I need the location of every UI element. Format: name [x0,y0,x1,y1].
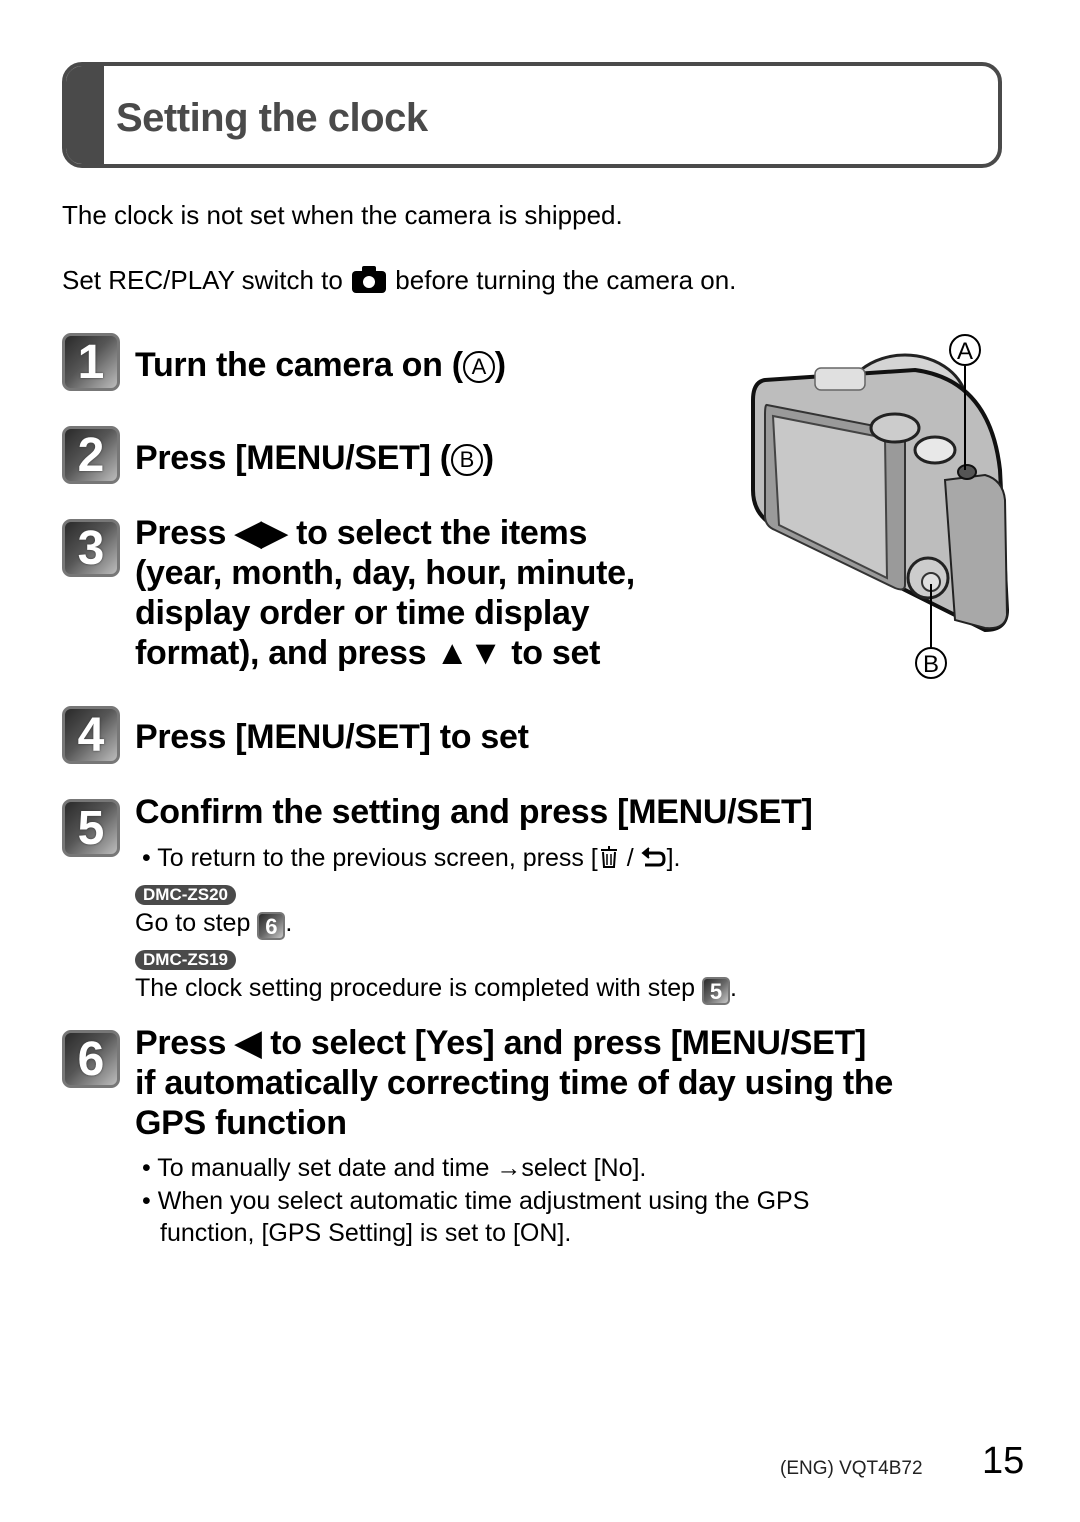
model-zs19-text: The clock setting procedure is completed… [135,974,695,1002]
model-zs20-period: . [285,909,293,937]
step-badge-6: 6 [62,1030,120,1088]
step-5-title: Confirm the setting and press [MENU/SET] [135,793,813,831]
section-title-box: Setting the clock [62,62,1002,168]
step-6-bullet-1: • To manually set date and time →select … [142,1154,647,1182]
model-zs20-note: Go to step 6. [135,907,292,940]
mode-dial [869,412,921,444]
model-badge-zs20: DMC-ZS20 [135,885,237,905]
step-4-title: Press [MENU/SET] to set [135,718,529,756]
step-6-line: GPS function [135,1104,347,1142]
shutter-button [913,435,957,465]
step-6-title: Press ◀ to select [Yes] and press [MENU/… [135,1023,893,1143]
power-button [957,464,977,480]
step-6-bullet-2: • When you select automatic time adjustm… [142,1187,810,1215]
camera-illustration: A B [751,334,1010,679]
step-3-title: Press ◀▶ to select the items (year, mont… [135,513,635,673]
model-zs19-period: . [729,974,737,1002]
camera-flash [814,367,866,391]
intro-line-1: The clock is not set when the camera is … [62,200,623,230]
page-number: 15 [982,1440,1025,1482]
step-6-bullet-2-cont: function, [GPS Setting] is set to [ON]. [160,1219,572,1247]
title-accent-bar [66,66,104,164]
model-zs19-note: The clock setting procedure is completed… [135,972,737,1005]
camera-side [943,473,1009,630]
step-2-text: Press [MENU/SET] ( [135,439,451,477]
step-5-note-end: ]. [666,844,681,872]
marker-a-icon: A [462,351,495,383]
step-ref-badge-6: 6 [257,912,286,940]
model-badge-zs19: DMC-ZS19 [135,950,237,970]
step-3-line: format), and press ▲▼ to set [135,634,601,672]
step-3-line: Press ◀▶ to select the items [135,514,588,552]
step-badge-5: 5 [62,799,120,857]
intro-line-2-before: Set REC/PLAY switch to [62,265,343,295]
callout-a-label: A [957,338,973,365]
trash-icon [598,845,620,868]
step-1-title: Turn the camera on (A) [135,345,506,385]
model-zs20-text: Go to step [135,909,251,937]
intro-line-2: Set REC/PLAY switch to before turning th… [62,265,736,296]
step-3-line: display order or time display [135,594,590,632]
step-badge-1: 1 [62,333,120,391]
step-2-title: Press [MENU/SET] (B) [135,438,494,478]
marker-b-icon: B [450,444,483,476]
intro-line-2-after: before turning the camera on. [395,265,737,295]
return-icon [641,845,667,867]
camera-icon [352,265,387,293]
page-title: Setting the clock [116,96,428,140]
step-badge-2: 2 [62,426,120,484]
step-5-note: • To return to the previous screen, pres… [142,844,681,872]
step-1-text: Turn the camera on ( [135,346,463,384]
document-code: (ENG) VQT4B72 [780,1458,923,1479]
step-2-close: ) [482,439,494,477]
callout-b-label: B [923,651,939,678]
step-5-note-text: • To return to the previous screen, pres… [142,844,598,872]
step-1-close: ) [494,346,506,384]
step-6-line: Press ◀ to select [Yes] and press [MENU/… [135,1024,866,1062]
step-6-line: if automatically correcting time of day … [135,1064,894,1102]
step-badge-3: 3 [62,519,120,577]
step-badge-4: 4 [62,706,120,764]
step-3-line: (year, month, day, hour, minute, [135,554,635,592]
step-ref-badge-5: 5 [701,977,730,1005]
